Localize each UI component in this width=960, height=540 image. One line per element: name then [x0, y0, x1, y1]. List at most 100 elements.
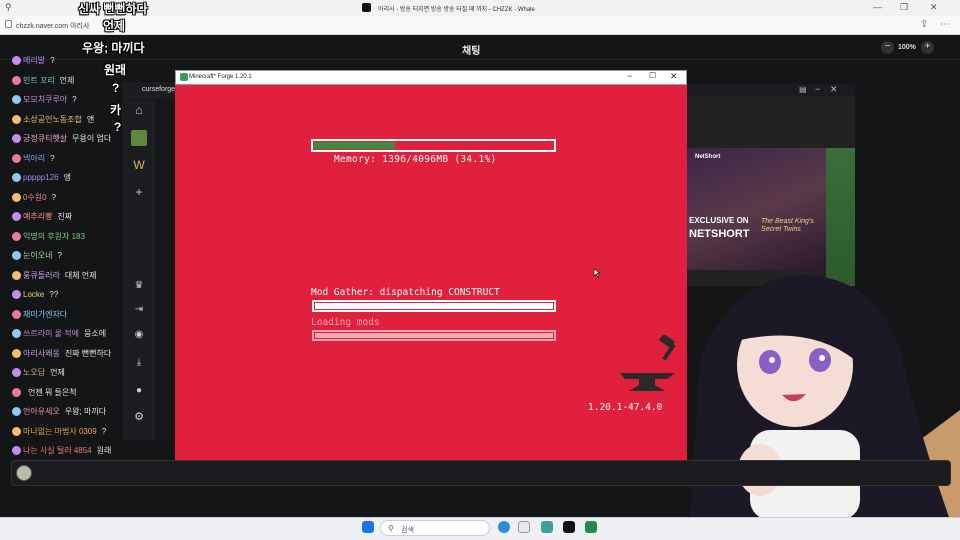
- chat-text: 무용이 업다: [72, 134, 112, 143]
- chat-nickname[interactable]: 익명의 후원자 183: [23, 232, 85, 241]
- caption-7: ?: [114, 120, 122, 134]
- taskbar-search[interactable]: ⚲ 검색: [380, 520, 490, 536]
- download-icon[interactable]: ⤓: [131, 357, 147, 368]
- forge-taskbar-icon[interactable]: [585, 521, 597, 533]
- user-badge-icon: [12, 368, 21, 378]
- netshort-ad[interactable]: NetShort EXCLUSIVE ON NETSHORT The Beast…: [687, 148, 826, 270]
- chat-nickname[interactable]: 쓰르라미 울 적에: [23, 329, 79, 338]
- chat-nickname[interactable]: 궁정큐티햇살: [23, 134, 67, 143]
- close-icon[interactable]: ✕: [830, 84, 838, 95]
- chat-text: ?: [50, 56, 55, 65]
- close-icon[interactable]: ✕: [670, 71, 678, 82]
- minecraft-game-icon[interactable]: [131, 130, 147, 146]
- ad-headline: EXCLUSIVE ON: [689, 216, 749, 225]
- files-icon[interactable]: [518, 521, 530, 533]
- more-icon[interactable]: ⋯: [940, 19, 950, 30]
- chat-nickname[interactable]: 메리발: [23, 56, 45, 65]
- crown-icon[interactable]: ♛: [131, 280, 147, 291]
- chat-nickname[interactable]: 넥아리: [23, 154, 45, 163]
- user-badge-icon: [12, 153, 21, 163]
- chat-nickname[interactable]: 재미가엔자다: [23, 310, 67, 319]
- curseforge-taskbar-icon[interactable]: [563, 521, 575, 533]
- zoom-out-button[interactable]: −: [881, 41, 894, 54]
- home-icon[interactable]: ⌂: [131, 103, 147, 117]
- chat-nickname[interactable]: 나는 사실 털러 4854: [23, 446, 92, 455]
- chat-nickname[interactable]: 0수원0: [23, 193, 47, 202]
- caption-4: 원래: [104, 63, 127, 77]
- app-icon-teal[interactable]: [541, 521, 553, 533]
- user-badge-icon: [12, 290, 21, 300]
- chat-nickname[interactable]: 민트 꼬리: [23, 76, 55, 85]
- chat-nickname[interactable]: 아리사왜옹: [23, 349, 60, 358]
- minimize-icon[interactable]: —: [873, 2, 882, 12]
- maximize-icon[interactable]: ☐: [649, 71, 656, 80]
- restore-icon[interactable]: ❐: [900, 2, 908, 13]
- caption-2: 언제: [103, 19, 126, 33]
- forge-app-icon: [180, 73, 188, 81]
- user-badge-icon: [12, 348, 21, 358]
- chat-message: Locke??: [12, 289, 58, 301]
- chat-text: 언제: [50, 368, 65, 377]
- chat-nickname[interactable]: 마나없는 마법사 0309: [23, 427, 97, 436]
- notification-icon[interactable]: ●: [131, 385, 147, 396]
- user-badge-icon: [12, 231, 21, 241]
- user-badge-icon: [12, 426, 21, 436]
- close-icon[interactable]: ✕: [930, 2, 938, 13]
- user-badge-icon: [12, 446, 21, 456]
- mouse-cursor-icon: [593, 268, 601, 278]
- discord-icon[interactable]: ◉: [131, 329, 147, 340]
- caption-3: 우왕; 마끼다: [82, 41, 145, 55]
- anvil-hammer-icon: [620, 335, 676, 391]
- chat-message: 노오답 언제: [12, 367, 65, 379]
- chat-nickname[interactable]: Locke: [23, 290, 44, 299]
- memory-progress-fill: [314, 142, 395, 149]
- ad-brand: NetShort: [695, 154, 721, 160]
- search-label: 검색: [401, 527, 414, 534]
- ad-brand-big: NETSHORT: [689, 228, 750, 240]
- user-badge-icon: [12, 56, 21, 66]
- chat-nickname[interactable]: 예추리빵: [23, 212, 52, 221]
- zoom-level: 100%: [898, 44, 916, 51]
- add-game-icon[interactable]: +: [131, 185, 147, 199]
- user-badge-icon: [12, 407, 21, 417]
- settings-icon[interactable]: ⚙: [131, 410, 147, 423]
- chat-nickname[interactable]: 눈이오네: [23, 251, 52, 260]
- caption-6: 카: [110, 103, 122, 117]
- chat-message: 쓰르라미 울 적에 뭉소에: [12, 328, 106, 340]
- share-icon[interactable]: ⇪: [920, 19, 928, 30]
- user-badge-icon: [12, 387, 21, 397]
- chat-nickname[interactable]: 언아유세오: [23, 407, 60, 416]
- zoom-in-button[interactable]: +: [921, 41, 934, 54]
- chat-input[interactable]: [11, 460, 951, 486]
- chat-nickname[interactable]: 소상공인노동조합: [23, 115, 82, 124]
- minimize-icon[interactable]: −: [627, 71, 632, 81]
- user-badge-icon: [12, 192, 21, 202]
- chat-message: 눈이오네?: [12, 250, 62, 262]
- window-layout-icon[interactable]: ▤: [799, 85, 807, 94]
- login-icon[interactable]: ⇥: [131, 304, 147, 315]
- chat-nickname[interactable]: ppppp126: [23, 173, 59, 182]
- chat-message: 마나없는 마법사 0309?: [12, 426, 106, 438]
- chat-nickname[interactable]: 룽큐돌러라: [23, 271, 60, 280]
- windows-start-icon[interactable]: [362, 521, 374, 533]
- mod-gather-progress-fill: [315, 303, 553, 309]
- user-badge-icon: [12, 75, 21, 85]
- caption-5: ?: [112, 81, 120, 95]
- search-icon: ⚲: [388, 524, 394, 533]
- wow-game-icon[interactable]: W: [131, 158, 147, 172]
- caption-1: 신싸 뻔뻔하다: [78, 2, 148, 16]
- chat-nickname[interactable]: 모모치쿠루아: [23, 95, 67, 104]
- url-text[interactable]: chzzk.naver.com 아리사: [16, 21, 89, 31]
- ad-background-green: [826, 148, 855, 286]
- chat-nickname[interactable]: 노오답: [23, 368, 45, 377]
- tab-favicon: [362, 3, 371, 12]
- window-title: 아리사 - 방송 터지면 방송 방송 터질 때 까지 - CHZZK - Wha…: [378, 7, 535, 13]
- user-avatar[interactable]: [16, 465, 32, 481]
- edge-icon[interactable]: [498, 521, 510, 533]
- browser-menu-icon[interactable]: ⚲: [5, 2, 12, 13]
- address-bar[interactable]: chzzk.naver.com 아리사 ⇪ ⋯: [0, 16, 960, 35]
- minimize-icon[interactable]: −: [815, 84, 820, 94]
- chat-message: 언젠 뭐 들은척: [12, 387, 77, 399]
- ad-movie-title: The Beast King's Secret Twins: [761, 218, 814, 233]
- loading-mods-text: Loading mods: [311, 317, 380, 328]
